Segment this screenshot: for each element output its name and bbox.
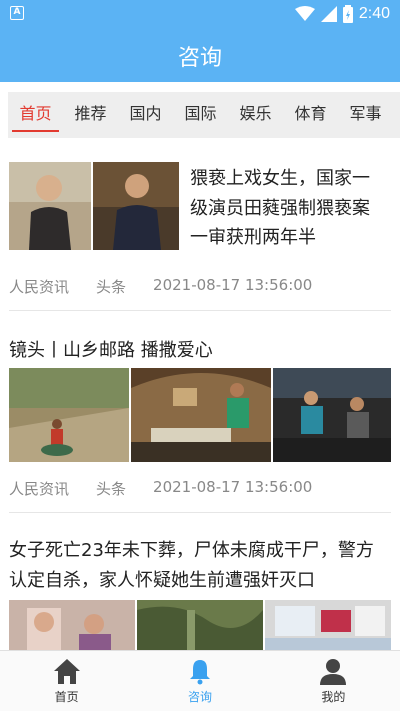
nav-home[interactable]: 首页: [0, 651, 133, 711]
page-title: 咨询: [177, 46, 222, 71]
category-tabs[interactable]: 首页 推荐 国内 国际 娱乐 体育 军事: [8, 92, 400, 138]
news-image[interactable]: [273, 368, 391, 462]
news-time: 2021-08-17 13:56:00: [153, 276, 313, 294]
tab-military[interactable]: 军事: [338, 92, 393, 138]
news-image[interactable]: [9, 600, 135, 650]
app-notification-icon: A: [10, 6, 24, 20]
home-icon: [53, 659, 80, 684]
news-title[interactable]: 镜头丨山乡邮路 播撒爱心: [9, 336, 213, 362]
tab-entertainment[interactable]: 娱乐: [228, 92, 283, 138]
news-title[interactable]: 猥亵上戏女生，国家一级演员田蕤强制猥亵案一审获刑两年半: [190, 164, 380, 253]
news-meta: 人民资讯 头条 2021-08-17 13:56:00: [9, 478, 312, 499]
tab-home[interactable]: 首页: [8, 92, 63, 138]
news-image[interactable]: [131, 368, 271, 462]
news-time: 2021-08-17 13:56:00: [153, 478, 313, 496]
divider: [9, 512, 391, 513]
nav-profile[interactable]: 我的: [267, 651, 400, 711]
news-image[interactable]: [265, 600, 391, 650]
news-image-row[interactable]: [9, 368, 391, 462]
app-header: 咨询: [0, 28, 400, 82]
battery-icon: [342, 5, 353, 23]
nav-profile-label: 我的: [321, 690, 346, 704]
news-meta: 人民资讯 头条 2021-08-17 13:56:00: [9, 276, 312, 297]
nav-consult-label: 咨询: [187, 690, 212, 704]
tab-sports[interactable]: 体育: [283, 92, 338, 138]
person-icon: [320, 659, 347, 685]
status-time: 2:40: [358, 5, 390, 22]
bell-icon: [189, 660, 210, 685]
news-tag: 头条: [96, 480, 127, 498]
news-source: 人民资讯: [9, 480, 70, 498]
signal-icon: [320, 6, 337, 22]
news-tag: 头条: [96, 278, 127, 296]
tab-domestic[interactable]: 国内: [118, 92, 173, 138]
news-thumbnail[interactable]: [9, 162, 179, 250]
news-source: 人民资讯: [9, 278, 70, 296]
tab-international[interactable]: 国际: [173, 92, 228, 138]
nav-home-label: 首页: [54, 690, 79, 704]
wifi-icon: [294, 6, 315, 21]
news-feed[interactable]: 猥亵上戏女生，国家一级演员田蕤强制猥亵案一审获刑两年半 人民资讯 头条 2021…: [0, 148, 400, 650]
news-title[interactable]: 女子死亡23年未下葬，尸体未腐成干尸，警方认定自杀，家人怀疑她生前遭强奸灭口: [9, 536, 391, 595]
news-image[interactable]: [137, 600, 263, 650]
divider: [9, 310, 391, 311]
status-icons: 2:40: [294, 3, 390, 25]
tab-recommended[interactable]: 推荐: [63, 92, 118, 138]
bottom-navigation: 首页 咨询 我的: [0, 650, 400, 711]
news-image-row[interactable]: [9, 600, 391, 650]
category-tabs-container: 首页 推荐 国内 国际 娱乐 体育 军事: [0, 82, 400, 148]
status-bar: A 2:40: [0, 0, 400, 28]
news-image[interactable]: [9, 368, 129, 462]
nav-consult[interactable]: 咨询: [133, 651, 266, 711]
